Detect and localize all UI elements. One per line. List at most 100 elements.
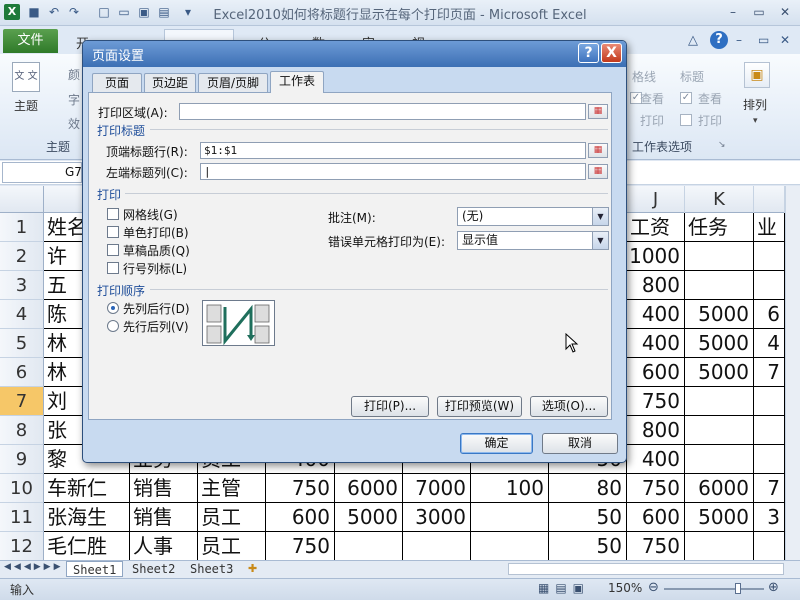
table-cell[interactable]: 5000 [335, 503, 403, 532]
file-tab[interactable]: 文件 [3, 29, 58, 53]
arrange-icon[interactable]: ▣ [744, 62, 770, 88]
table-cell[interactable]: 主管 [198, 474, 266, 503]
table-cell[interactable]: 7 [754, 358, 785, 387]
table-cell[interactable]: 50 [549, 503, 627, 532]
options-button[interactable]: 选项(O)... [530, 396, 608, 417]
top-rows-input[interactable]: $1:$1 [200, 142, 586, 159]
column-header-k[interactable]: K [685, 186, 754, 213]
print-button[interactable]: 打印(P)... [351, 396, 429, 417]
table-cell[interactable]: 7000 [403, 474, 471, 503]
row-header[interactable]: 5 [0, 329, 44, 358]
row-header[interactable]: 3 [0, 271, 44, 300]
table-cell[interactable] [754, 532, 785, 561]
errors-dropdown-icon[interactable]: ▼ [592, 232, 608, 249]
save-as-icon[interactable]: ▣ [136, 4, 152, 20]
workbook-restore-icon[interactable]: ▭ [758, 33, 769, 47]
tab-sheet[interactable]: 工作表 [270, 71, 324, 93]
table-cell[interactable] [685, 532, 754, 561]
table-cell[interactable]: 6000 [685, 474, 754, 503]
tab-page[interactable]: 页面 [92, 73, 142, 93]
table-cell[interactable]: 50 [549, 532, 627, 561]
theme-effects-button[interactable]: 效 [68, 115, 80, 132]
column-header-j[interactable]: J [627, 186, 685, 213]
minimize-icon[interactable]: – [722, 4, 744, 20]
zoom-level[interactable]: 150% [608, 581, 642, 595]
row-col-headings-label[interactable]: 行号列标(L) [123, 260, 187, 277]
comments-dropdown-icon[interactable]: ▼ [592, 208, 608, 225]
headings-print-checkbox[interactable] [680, 114, 692, 126]
table-cell[interactable]: 员工 [198, 503, 266, 532]
table-cell[interactable]: 任务 [685, 213, 754, 242]
column-header-l[interactable] [754, 186, 785, 213]
view-buttons[interactable]: ▦▤▣ [538, 581, 590, 595]
close-window-icon[interactable]: ✕ [774, 4, 796, 20]
table-cell[interactable]: 750 [627, 532, 685, 561]
themes-button-label[interactable]: 主题 [14, 97, 38, 114]
print-area-collapse-icon[interactable]: ▦ [588, 104, 608, 119]
excel-logo-icon[interactable]: X [4, 4, 20, 20]
insert-sheet-icon[interactable]: ✚ [248, 562, 257, 575]
table-cell[interactable]: 6000 [335, 474, 403, 503]
row-header[interactable]: 12 [0, 532, 44, 561]
row-header[interactable]: 4 [0, 300, 44, 329]
table-cell[interactable]: 100 [471, 474, 549, 503]
headings-view-checkbox[interactable]: ✓ [680, 92, 692, 104]
over-then-down-radio[interactable] [107, 320, 119, 332]
table-cell[interactable]: 销售 [130, 474, 198, 503]
table-cell[interactable]: 业 [754, 213, 785, 242]
print-preview-icon[interactable]: ▤ [156, 4, 172, 20]
themes-icon[interactable]: 文 文 [12, 62, 40, 92]
table-cell[interactable]: 750 [266, 532, 335, 561]
table-cell[interactable]: 400 [627, 300, 685, 329]
table-cell[interactable]: 5000 [685, 358, 754, 387]
errors-select[interactable]: 显示值 ▼ [457, 231, 609, 250]
sheet-tab-sheet3[interactable]: Sheet3 [184, 561, 239, 577]
table-cell[interactable]: 750 [266, 474, 335, 503]
table-cell[interactable]: 5000 [685, 503, 754, 532]
draft-quality-checkbox[interactable] [107, 244, 119, 256]
tab-margins[interactable]: 页边距 [144, 73, 196, 93]
table-cell[interactable] [471, 532, 549, 561]
table-cell[interactable]: 毛仁胜 [44, 532, 130, 561]
print-area-input[interactable] [179, 103, 586, 120]
table-cell[interactable] [754, 387, 785, 416]
sheet-nav-arrows[interactable]: ◀◀◀▶▶▶ [4, 562, 64, 572]
table-cell[interactable]: 4 [754, 329, 785, 358]
theme-colors-button[interactable]: 颜 [68, 66, 80, 83]
gridlines-label[interactable]: 网格线(G) [123, 206, 178, 223]
table-cell[interactable]: 600 [627, 503, 685, 532]
table-cell[interactable] [754, 271, 785, 300]
table-cell[interactable]: 销售 [130, 503, 198, 532]
zoom-slider[interactable] [664, 588, 764, 590]
row-header[interactable]: 6 [0, 358, 44, 387]
gridlines-checkbox[interactable] [107, 208, 119, 220]
select-all-corner[interactable] [0, 186, 44, 213]
top-rows-collapse-icon[interactable]: ▦ [588, 143, 608, 158]
table-cell[interactable]: 80 [549, 474, 627, 503]
table-cell[interactable]: 5000 [685, 300, 754, 329]
table-cell[interactable]: 张海生 [44, 503, 130, 532]
undo-icon[interactable]: ↶ [46, 4, 62, 20]
table-cell[interactable]: 800 [627, 416, 685, 445]
table-cell[interactable]: 400 [627, 329, 685, 358]
table-cell[interactable]: 3000 [403, 503, 471, 532]
collapse-ribbon-icon[interactable]: △ [688, 33, 698, 48]
workbook-minimize-icon[interactable]: – [736, 33, 742, 47]
table-cell[interactable]: 600 [266, 503, 335, 532]
workbook-close-icon[interactable]: ✕ [780, 33, 790, 47]
table-cell[interactable]: 750 [627, 387, 685, 416]
save-icon[interactable]: ■ [26, 4, 42, 20]
table-cell[interactable] [685, 445, 754, 474]
black-white-label[interactable]: 单色打印(B) [123, 224, 189, 241]
table-cell[interactable] [685, 242, 754, 271]
vertical-scrollbar[interactable] [785, 186, 800, 560]
print-preview-button[interactable]: 打印预览(W) [437, 396, 522, 417]
table-cell[interactable]: 800 [627, 271, 685, 300]
table-cell[interactable] [403, 532, 471, 561]
horizontal-scrollbar[interactable] [508, 563, 784, 575]
open-file-icon[interactable]: ▭ [116, 4, 132, 20]
table-cell[interactable] [335, 532, 403, 561]
table-cell[interactable] [685, 271, 754, 300]
over-then-down-label[interactable]: 先行后列(V) [123, 318, 189, 335]
comments-select[interactable]: (无) ▼ [457, 207, 609, 226]
